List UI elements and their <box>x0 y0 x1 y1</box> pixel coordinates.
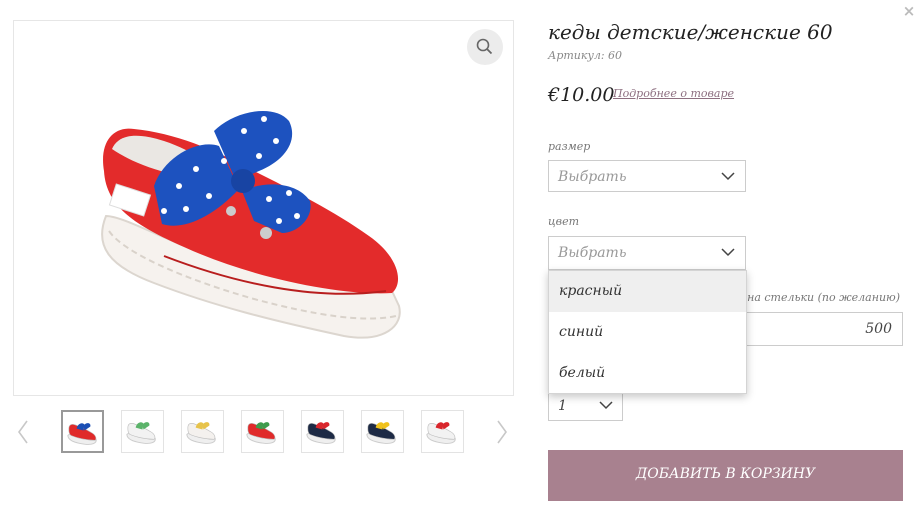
sku-value: 60 <box>608 49 623 62</box>
chevron-down-icon <box>721 172 735 181</box>
sku-label: Артикул: <box>548 49 605 62</box>
size-label: размер <box>548 140 591 153</box>
size-select-value: Выбрать <box>558 169 627 185</box>
color-option-white[interactable]: белый <box>549 353 746 394</box>
quantity-value: 1 <box>558 398 567 414</box>
insole-length-label: лина стельки (по желанию) <box>733 291 901 304</box>
product-main-image <box>13 20 514 396</box>
color-option-label: синий <box>559 324 604 340</box>
thumbnail-navy-shoe-yellow-bow[interactable] <box>361 410 404 453</box>
insole-length-input[interactable]: 500 <box>722 312 903 346</box>
color-select[interactable]: Выбрать <box>548 236 746 270</box>
thumbnail-shoe-icon <box>426 422 456 444</box>
thumbnail-white-shoe-red-bow[interactable] <box>421 410 464 453</box>
product-title: кеды детские/женские 60 <box>548 20 833 44</box>
color-option-label: красный <box>559 283 623 299</box>
thumbnail-white-shoe-green-bow[interactable] <box>121 410 164 453</box>
thumbnail-shoe-icon <box>246 422 276 444</box>
add-to-cart-label: ДОБАВИТЬ В КОРЗИНУ <box>635 466 816 482</box>
gallery-prev-button[interactable] <box>16 418 30 446</box>
close-icon[interactable]: × <box>902 4 916 19</box>
color-dropdown-list: красный синий белый <box>548 270 747 394</box>
quantity-select[interactable]: 1 <box>548 392 623 421</box>
zoom-button[interactable] <box>467 29 503 65</box>
thumbnail-shoe-icon <box>366 422 396 444</box>
shoe-illustration <box>101 110 401 339</box>
magnifier-icon <box>476 38 493 55</box>
thumbnail-navy-shoe-red-bow[interactable] <box>301 410 344 453</box>
thumbnail-red-shoe-blue-bow[interactable] <box>61 410 104 453</box>
color-option-blue[interactable]: синий <box>549 312 746 353</box>
thumbnail-shoe-icon <box>67 423 97 445</box>
size-select[interactable]: Выбрать <box>548 160 746 192</box>
add-to-cart-button[interactable]: ДОБАВИТЬ В КОРЗИНУ <box>548 450 903 501</box>
insole-length-value: 500 <box>865 321 892 337</box>
chevron-down-icon <box>721 248 735 257</box>
product-price: €10.00 <box>548 84 615 106</box>
product-details-link[interactable]: Подробнее о товаре <box>613 87 734 100</box>
thumbnail-shoe-icon <box>186 422 216 444</box>
product-sku: Артикул: 60 <box>548 49 622 62</box>
thumbnail-shoe-icon <box>306 422 336 444</box>
color-option-red[interactable]: красный <box>549 271 746 312</box>
gallery-next-button[interactable] <box>495 418 509 446</box>
chevron-left-icon <box>18 420 28 444</box>
thumbnail-white-shoe-yellow-bow[interactable] <box>181 410 224 453</box>
thumbnail-red-shoe-green-bow[interactable] <box>241 410 284 453</box>
color-select-value: Выбрать <box>558 245 627 261</box>
color-label: цвет <box>548 215 580 228</box>
color-option-label: белый <box>559 365 606 381</box>
thumbnail-shoe-icon <box>126 422 156 444</box>
chevron-down-icon <box>599 401 613 410</box>
chevron-right-icon <box>497 420 507 444</box>
